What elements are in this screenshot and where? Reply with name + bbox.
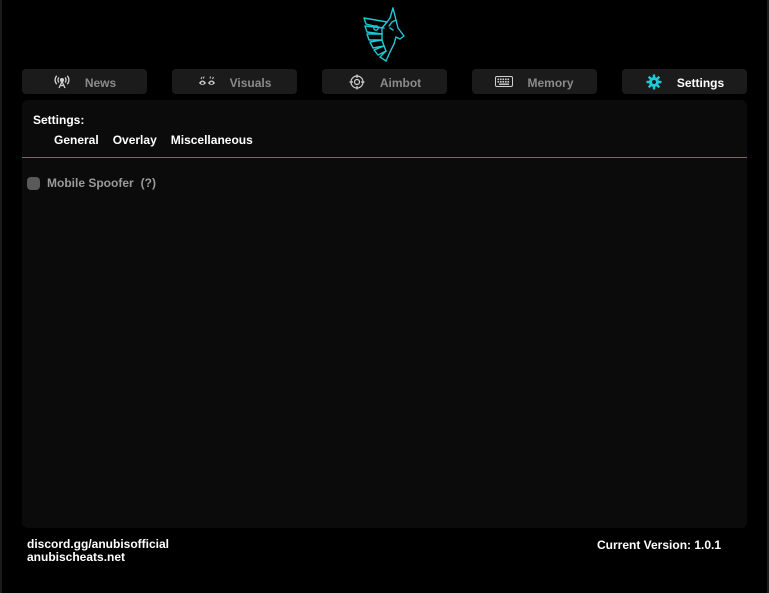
tab-settings-label: Settings xyxy=(676,75,725,90)
window-border-left xyxy=(0,0,2,593)
settings-subtabs: General Overlay Miscellaneous xyxy=(54,133,267,147)
antenna-icon xyxy=(53,74,71,90)
tab-visuals-label: Visuals xyxy=(229,75,272,90)
tab-news[interactable]: News xyxy=(22,69,147,94)
main-tab-bar: News Visuals Aimbot Memory Settings xyxy=(22,69,747,94)
settings-panel: Settings: General Overlay Miscellaneous … xyxy=(22,100,747,528)
tab-visuals[interactable]: Visuals xyxy=(172,69,297,94)
mobile-spoofer-help[interactable]: (?) xyxy=(141,176,156,190)
mobile-spoofer-checkbox[interactable] xyxy=(27,176,40,190)
keyboard-icon xyxy=(495,74,514,90)
gear-icon xyxy=(645,74,663,90)
anubis-logo-icon xyxy=(360,6,408,62)
tab-aimbot-label: Aimbot xyxy=(379,75,422,90)
tab-memory-label: Memory xyxy=(527,75,574,90)
subtab-general[interactable]: General xyxy=(54,133,99,147)
mobile-spoofer-label[interactable]: Mobile Spoofer xyxy=(47,176,134,190)
settings-title: Settings: xyxy=(33,113,85,127)
tab-memory[interactable]: Memory xyxy=(472,69,597,94)
tab-aimbot[interactable]: Aimbot xyxy=(322,69,447,94)
tab-settings[interactable]: Settings xyxy=(622,69,747,94)
version-text: Current Version: 1.0.1 xyxy=(597,538,722,552)
option-mobile-spoofer: Mobile Spoofer (?) xyxy=(27,176,156,190)
crosshair-icon xyxy=(348,74,366,90)
footer-links: discord.gg/anubisofficial anubischeats.n… xyxy=(27,538,169,564)
eyes-icon xyxy=(198,74,216,90)
subtab-miscellaneous[interactable]: Miscellaneous xyxy=(171,133,253,147)
tab-news-label: News xyxy=(84,75,117,90)
subtab-overlay[interactable]: Overlay xyxy=(113,133,157,147)
website-link[interactable]: anubischeats.net xyxy=(27,551,169,564)
section-divider xyxy=(22,157,747,158)
